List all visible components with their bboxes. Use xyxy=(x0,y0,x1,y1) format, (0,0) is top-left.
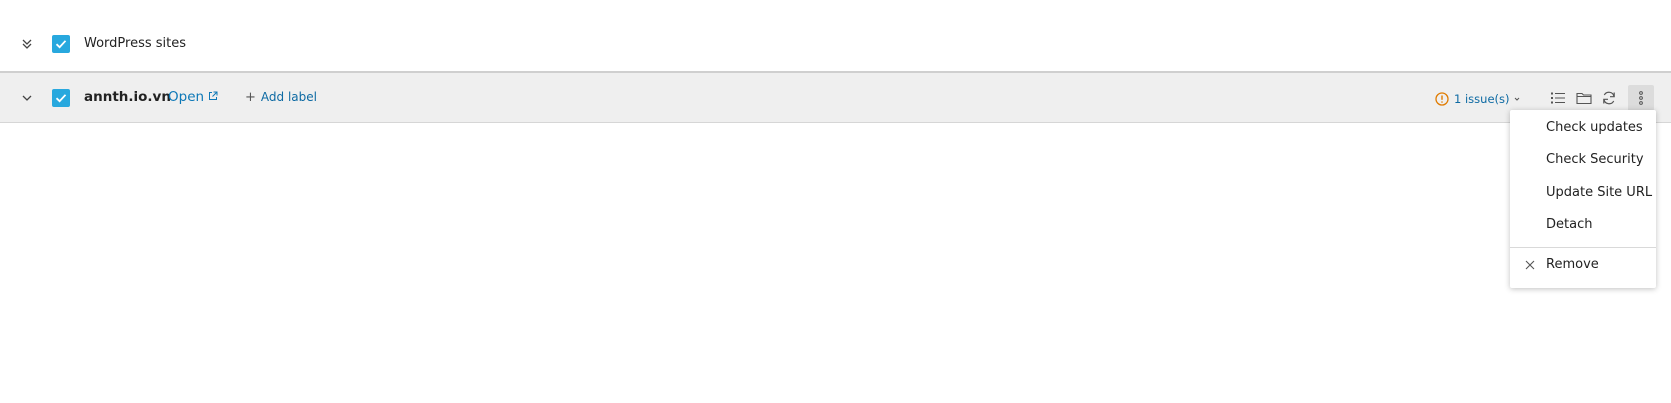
menu-item-detach[interactable]: Detach xyxy=(1510,211,1656,239)
menu-item-check-security[interactable]: Check Security xyxy=(1510,146,1656,174)
menu-item-label: Update Site URL xyxy=(1546,185,1653,200)
issues-dropdown[interactable]: 1 issue(s) xyxy=(1435,89,1521,109)
issues-label: 1 issue(s) xyxy=(1454,92,1510,106)
site-actions-menu: Check updates Check Security Update Site… xyxy=(1510,110,1656,288)
menu-item-label: Detach xyxy=(1546,217,1593,232)
list-icon[interactable] xyxy=(1548,88,1568,108)
menu-item-label: Check updates xyxy=(1546,120,1643,135)
folder-icon[interactable] xyxy=(1574,88,1594,108)
menu-item-label: Check Security xyxy=(1546,152,1644,167)
warning-circle-icon xyxy=(1435,92,1449,106)
menu-item-label: Remove xyxy=(1546,257,1599,272)
chevron-down-icon xyxy=(1513,95,1521,103)
plus-icon: + xyxy=(245,90,256,105)
open-site-link[interactable]: Open xyxy=(168,89,218,105)
site-row: annth.io.vn Open + Add label 1 issue(s) xyxy=(0,71,1671,123)
menu-item-update-site-url[interactable]: Update Site URL xyxy=(1510,179,1656,207)
menu-item-remove[interactable]: Remove xyxy=(1510,251,1656,279)
add-label-button[interactable]: + Add label xyxy=(245,90,317,105)
group-header-row: WordPress sites xyxy=(0,26,1671,62)
double-chevron-down-icon[interactable] xyxy=(20,37,34,51)
menu-item-check-updates[interactable]: Check updates xyxy=(1510,114,1656,142)
site-checkbox[interactable] xyxy=(52,89,70,107)
add-label-text: Add label xyxy=(260,90,317,104)
external-link-icon xyxy=(208,91,218,101)
sync-icon[interactable] xyxy=(1599,88,1619,108)
close-icon xyxy=(1525,260,1535,270)
select-all-checkbox[interactable] xyxy=(52,35,70,53)
menu-divider xyxy=(1510,247,1656,248)
more-vertical-icon[interactable] xyxy=(1628,85,1654,111)
group-title: WordPress sites xyxy=(84,36,187,51)
open-link-label: Open xyxy=(168,89,205,105)
chevron-down-icon[interactable] xyxy=(20,92,34,104)
site-name[interactable]: annth.io.vn xyxy=(84,89,171,105)
